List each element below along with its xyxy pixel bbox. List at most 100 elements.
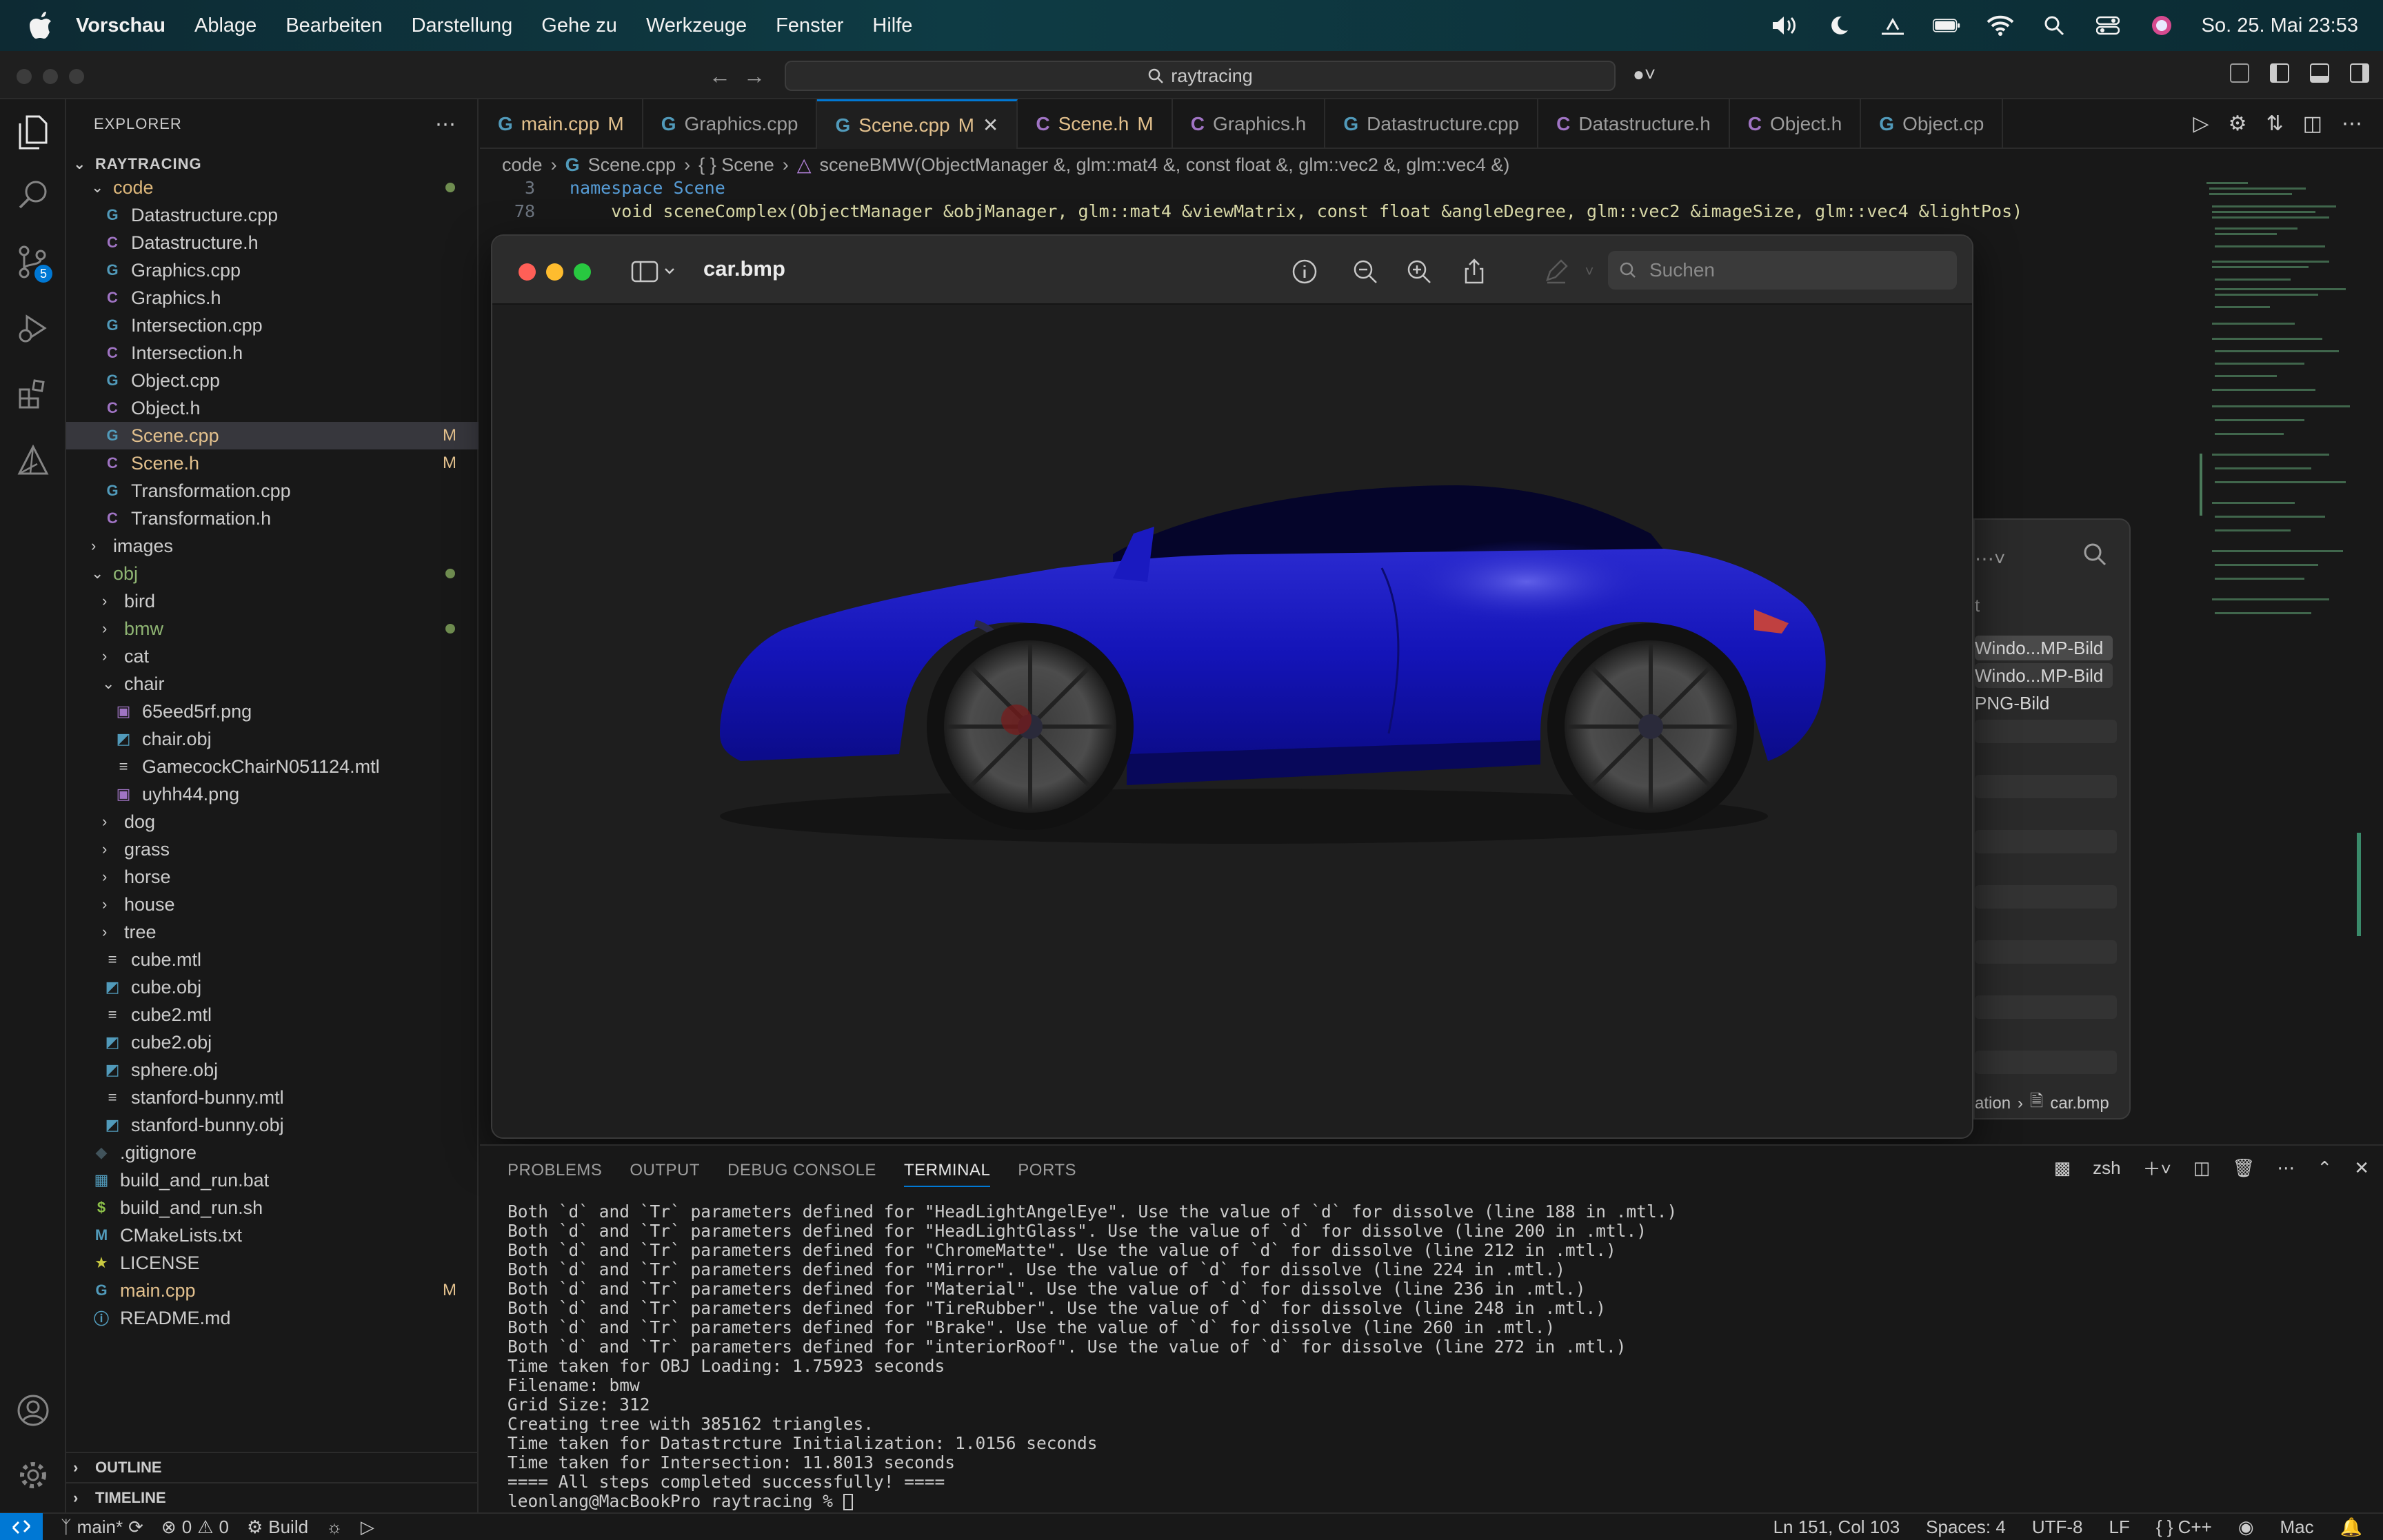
editor-tab[interactable]: G Object.cp — [1861, 99, 2004, 149]
folder-item[interactable]: › bmw — [66, 615, 479, 642]
compare-icon[interactable]: ⇅ — [2266, 112, 2284, 136]
menu-hilfe[interactable]: Hilfe — [872, 14, 912, 37]
nav-back-icon[interactable]: ← — [709, 63, 731, 89]
settings-gear-icon[interactable] — [15, 1457, 51, 1493]
nav-forward-icon[interactable]: → — [743, 63, 765, 89]
toggle-primary-sidebar-icon[interactable] — [2270, 63, 2289, 83]
window-zoom-button[interactable] — [69, 69, 84, 84]
language-mode[interactable]: { } C++ — [2156, 1517, 2212, 1538]
menu-bearbeiten[interactable]: Bearbeiten — [285, 14, 382, 37]
breadcrumb-symbol[interactable]: sceneBMW(ObjectManager &, glm::mat4 &, c… — [820, 154, 1510, 176]
zoom-in-icon[interactable] — [1404, 256, 1434, 287]
file-row[interactable]: Windo...MP-Bild — [1975, 636, 2113, 660]
file-item[interactable]: ▣ uyhh44.png — [66, 780, 479, 808]
editor-tab[interactable]: G Datastructure.cpp — [1325, 99, 1539, 149]
siri-icon[interactable] — [2148, 12, 2175, 39]
file-item[interactable]: ≡ stanford-bunny.mtl — [66, 1084, 479, 1111]
file-item[interactable]: ◩ chair.obj — [66, 725, 479, 753]
zoom-out-icon[interactable] — [1350, 256, 1380, 287]
file-item[interactable]: $ build_and_run.sh — [66, 1194, 479, 1222]
run-debug-icon[interactable] — [15, 310, 51, 346]
folder-item[interactable]: ⌄ chair — [66, 670, 479, 698]
editor-tab[interactable]: C Graphics.h — [1173, 99, 1326, 149]
file-item[interactable]: C Datastructure.h — [66, 229, 479, 256]
search-icon[interactable] — [2082, 542, 2107, 570]
build-button[interactable]: ⚙ Build — [247, 1517, 308, 1538]
folder-item[interactable]: › horse — [66, 863, 479, 891]
split-editor-icon[interactable]: ◫ — [2303, 112, 2322, 136]
editor-tab[interactable]: C Datastructure.h — [1538, 99, 1730, 149]
run-icon[interactable]: ▷ — [2193, 112, 2209, 136]
file-item[interactable]: C Object.h — [66, 394, 479, 422]
file-row[interactable]: PNG-Bild — [1975, 691, 2113, 716]
indentation[interactable]: Spaces: 4 — [1926, 1517, 2006, 1538]
file-item[interactable]: ★ LICENSE — [66, 1249, 479, 1277]
timeline-section[interactable]: › TIMELINE — [66, 1482, 479, 1512]
terminal-output[interactable]: Both `d` and `Tr` parameters defined for… — [507, 1202, 1677, 1511]
copilot-icon[interactable]: ●˅ — [1633, 63, 1674, 88]
code-editor[interactable]: 3 namespace Scene 78 void sceneComplex(O… — [480, 178, 2197, 233]
file-item[interactable]: C Transformation.h — [66, 505, 479, 532]
file-item[interactable]: ◩ cube.obj — [66, 973, 479, 1001]
terminal-shell-label[interactable]: zsh — [2093, 1157, 2120, 1179]
window-zoom-button[interactable] — [574, 263, 591, 281]
folder-item[interactable]: › house — [66, 891, 479, 918]
info-icon[interactable] — [1289, 256, 1320, 287]
file-item[interactable]: ≡ GamecockChairN051124.mtl — [66, 753, 479, 780]
file-item[interactable]: C Scene.h M — [66, 449, 479, 477]
volume-icon[interactable] — [1771, 12, 1799, 39]
breadcrumb-namespace[interactable]: { } Scene — [698, 154, 774, 176]
panel-tab-problems[interactable]: PROBLEMS — [507, 1161, 602, 1187]
sidebar-toggle-icon[interactable] — [627, 256, 683, 287]
file-item[interactable]: G Transformation.cpp — [66, 477, 479, 505]
file-item[interactable]: ▣ 65eed5rf.png — [66, 698, 479, 725]
accounts-icon[interactable] — [15, 1392, 51, 1428]
window-close-button[interactable] — [17, 69, 32, 84]
path-file[interactable]: car.bmp — [2050, 1094, 2109, 1113]
editor-tab[interactable]: G Scene.cpp M ✕ — [817, 99, 1018, 149]
panel-tab-output[interactable]: OUTPUT — [630, 1161, 700, 1187]
wifi-icon[interactable] — [1987, 12, 2014, 39]
command-center-search[interactable]: raytracing — [785, 61, 1616, 91]
encoding[interactable]: UTF-8 — [2032, 1517, 2083, 1538]
cmake-icon[interactable] — [15, 443, 51, 478]
source-control-icon[interactable]: 5 — [15, 244, 52, 283]
more-actions-icon[interactable]: ⋯ — [2277, 1157, 2295, 1179]
folder-item[interactable]: › images — [66, 532, 479, 560]
menu-gehe-zu[interactable]: Gehe zu — [541, 14, 617, 37]
panel-tab-ports[interactable]: PORTS — [1018, 1161, 1076, 1187]
file-item[interactable]: ◩ cube2.obj — [66, 1029, 479, 1056]
breadcrumb-file[interactable]: Scene.cpp — [588, 154, 676, 176]
preview-search-input[interactable]: Suchen — [1608, 251, 1957, 290]
minimap[interactable] — [2200, 178, 2365, 1143]
file-item[interactable]: G Graphics.cpp — [66, 256, 479, 284]
file-row[interactable]: Windo...MP-Bild — [1975, 663, 2113, 688]
file-item[interactable]: G Datastructure.cpp — [66, 201, 479, 229]
run-icon[interactable]: ▷ — [361, 1517, 374, 1538]
search-icon[interactable] — [15, 176, 51, 212]
file-item[interactable]: ◩ stanford-bunny.obj — [66, 1111, 479, 1139]
close-tab-icon[interactable]: ✕ — [983, 114, 998, 136]
breadcrumb-folder[interactable]: code — [502, 154, 543, 176]
window-minimize-button[interactable] — [546, 263, 563, 281]
remote-indicator-icon[interactable] — [0, 1513, 43, 1540]
explorer-more-icon[interactable]: ⋯ — [435, 112, 456, 136]
maximize-panel-icon[interactable]: ⌃ — [2317, 1157, 2332, 1179]
panel-tab-debug-console[interactable]: DEBUG CONSOLE — [727, 1161, 876, 1187]
spotlight-search-icon[interactable] — [2040, 12, 2068, 39]
notifications-bell-icon[interactable]: 🔔 — [2340, 1517, 2362, 1538]
folder-item[interactable]: › grass — [66, 835, 479, 863]
file-item[interactable]: C Graphics.h — [66, 284, 479, 312]
outline-section[interactable]: › OUTLINE — [66, 1452, 479, 1482]
file-item[interactable]: G Object.cpp — [66, 367, 479, 394]
path-segment[interactable]: ation — [1975, 1094, 2011, 1113]
new-terminal-icon[interactable]: ＋˅ — [2143, 1155, 2171, 1181]
file-item[interactable]: G Scene.cpp M — [66, 422, 479, 449]
explorer-icon[interactable] — [15, 114, 51, 150]
split-terminal-icon[interactable]: ◫ — [2193, 1157, 2211, 1179]
customize-layout-icon[interactable] — [2230, 63, 2249, 83]
folder-item[interactable]: ⌄ code — [66, 174, 479, 201]
file-item[interactable]: ≡ cube2.mtl — [66, 1001, 479, 1029]
folder-item[interactable]: › cat — [66, 642, 479, 670]
platform[interactable]: Mac — [2280, 1517, 2314, 1538]
